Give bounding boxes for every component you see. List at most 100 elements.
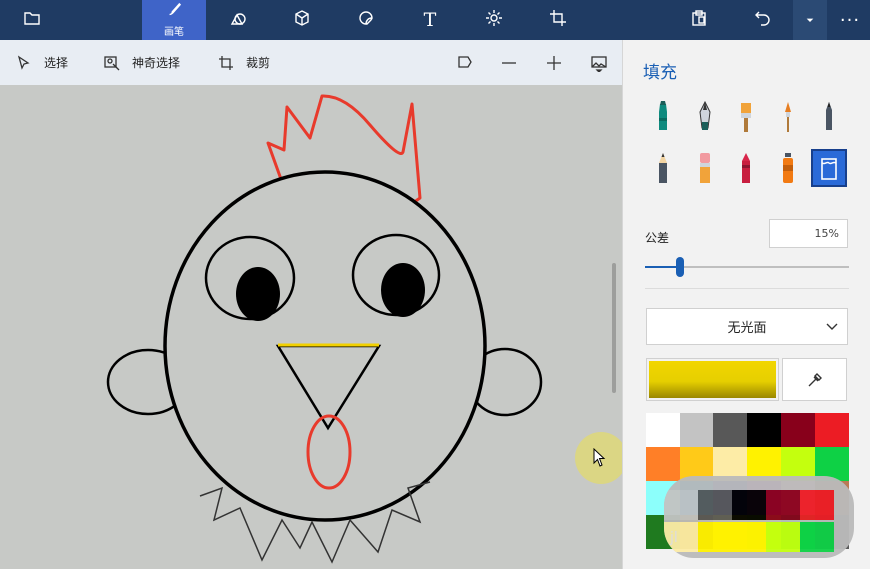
- open-menu-button[interactable]: [12, 0, 52, 40]
- watercolor-icon: [784, 102, 791, 132]
- pixel-pen-icon: [826, 102, 832, 130]
- overlay-swatch: [664, 490, 698, 520]
- paste-button[interactable]: [679, 0, 719, 40]
- palette-swatch[interactable]: [679, 413, 714, 447]
- cursor-arrow-icon: [17, 54, 30, 70]
- overlay-swatch: [698, 490, 732, 520]
- secondary-toolbar: 选择 神奇选择 裁剪: [0, 40, 622, 85]
- zoom-out-button[interactable]: [494, 40, 524, 85]
- palette-swatch[interactable]: [646, 413, 680, 447]
- spray-can-icon: [782, 153, 793, 183]
- magic-select-icon: [104, 55, 120, 70]
- palette-swatch[interactable]: [747, 413, 782, 447]
- history-dropdown-button[interactable]: [793, 0, 827, 40]
- brush-spray-can[interactable]: [770, 149, 806, 187]
- tab-brushes[interactable]: 画笔: [142, 0, 206, 40]
- overlay-swatch: [800, 490, 834, 520]
- brush-crayon[interactable]: [728, 149, 764, 187]
- left-pupil: [236, 267, 280, 321]
- overlay-swatch: [732, 522, 766, 552]
- brush-marker[interactable]: [645, 98, 681, 136]
- paste-icon: [690, 9, 708, 31]
- eyedropper-icon: [808, 372, 822, 386]
- cube-3d-icon: [293, 9, 311, 31]
- plus-icon: [547, 55, 561, 70]
- brush-calligraphy-pen[interactable]: [687, 98, 723, 136]
- overlay-swatch: [800, 522, 834, 552]
- top-toolbar: 画笔 T ···: [0, 0, 870, 40]
- tolerance-label: 公差: [645, 231, 670, 245]
- brush-fill-bucket[interactable]: [811, 149, 847, 187]
- text-icon: T: [423, 9, 437, 31]
- effects-sun-icon: [485, 9, 503, 31]
- tab-2d-shapes[interactable]: [218, 0, 258, 40]
- calligraphy-pen-icon: [698, 100, 711, 130]
- chevron-down-icon: [804, 11, 816, 30]
- sticker-icon: [357, 9, 375, 31]
- pencil-icon: [659, 153, 667, 183]
- current-color-fill: [649, 361, 776, 398]
- overlay-swatch: [732, 490, 766, 520]
- drawing-canvas[interactable]: [0, 85, 622, 569]
- crop-label: 裁剪: [246, 56, 271, 70]
- texture-value: 无光面: [727, 321, 767, 336]
- eyedropper-button[interactable]: [782, 358, 847, 401]
- flag-icon: [458, 55, 472, 68]
- shapes-2d-icon: [229, 9, 247, 31]
- brush-eraser[interactable]: [687, 149, 723, 187]
- tolerance-slider-thumb[interactable]: [675, 257, 684, 277]
- eraser-icon: [699, 153, 710, 183]
- mouse-pointer-icon: [593, 448, 606, 467]
- chevron-down-icon: [826, 323, 838, 330]
- brush-pencil[interactable]: [645, 149, 681, 187]
- crayon-icon: [742, 153, 750, 183]
- brush-icon: [166, 2, 182, 22]
- tab-canvas[interactable]: [538, 0, 578, 40]
- marker-icon: [659, 101, 667, 130]
- folder-icon: [23, 9, 41, 31]
- minus-icon: [502, 61, 516, 64]
- palette-swatch[interactable]: [646, 447, 680, 481]
- oil-brush-icon: [741, 103, 751, 132]
- right-pupil: [381, 263, 425, 317]
- canvas-crop-icon: [549, 9, 567, 31]
- divider: [645, 288, 849, 289]
- brush-watercolor[interactable]: [770, 98, 806, 136]
- image-icon: [591, 55, 607, 72]
- overlay-swatch: [766, 522, 800, 552]
- magic-select-label: 神奇选择: [132, 56, 181, 70]
- current-color-swatch[interactable]: [646, 358, 779, 401]
- undo-button[interactable]: [743, 0, 783, 40]
- vertical-scrollbar[interactable]: [612, 263, 616, 393]
- undo-icon: [754, 9, 772, 31]
- zoom-in-button[interactable]: [539, 40, 569, 85]
- tab-3d-shapes[interactable]: [282, 0, 322, 40]
- overlay-text: jl: [670, 530, 678, 546]
- tab-text[interactable]: T: [410, 0, 450, 40]
- select-button[interactable]: 选择: [16, 40, 68, 85]
- more-icon: ···: [839, 9, 861, 31]
- crop-button[interactable]: 裁剪: [218, 40, 270, 85]
- select-label: 选择: [44, 56, 69, 70]
- overlay-swatch: [698, 522, 732, 552]
- more-options-button[interactable]: ···: [830, 0, 870, 40]
- panel-title: 填充: [643, 63, 677, 83]
- chicken-drawing: [106, 94, 543, 564]
- tab-brushes-label: 画笔: [164, 27, 184, 38]
- brush-oil-brush[interactable]: [728, 98, 764, 136]
- view-3d-button[interactable]: [450, 40, 480, 85]
- tolerance-input[interactable]: 15%: [769, 219, 848, 248]
- palette-swatch[interactable]: [814, 413, 849, 447]
- overlay-swatch: [766, 490, 800, 520]
- palette-swatch[interactable]: [713, 413, 748, 447]
- tolerance-slider[interactable]: [645, 257, 849, 277]
- image-view-button[interactable]: [584, 40, 614, 85]
- blurred-overlay: [664, 476, 854, 558]
- texture-dropdown[interactable]: 无光面: [646, 308, 848, 345]
- brush-pixel-pen[interactable]: [811, 98, 847, 136]
- tab-effects[interactable]: [474, 0, 514, 40]
- magic-select-button[interactable]: 神奇选择: [104, 40, 180, 85]
- palette-swatch[interactable]: [780, 413, 815, 447]
- tab-stickers[interactable]: [346, 0, 386, 40]
- fill-bucket-icon: [821, 158, 837, 180]
